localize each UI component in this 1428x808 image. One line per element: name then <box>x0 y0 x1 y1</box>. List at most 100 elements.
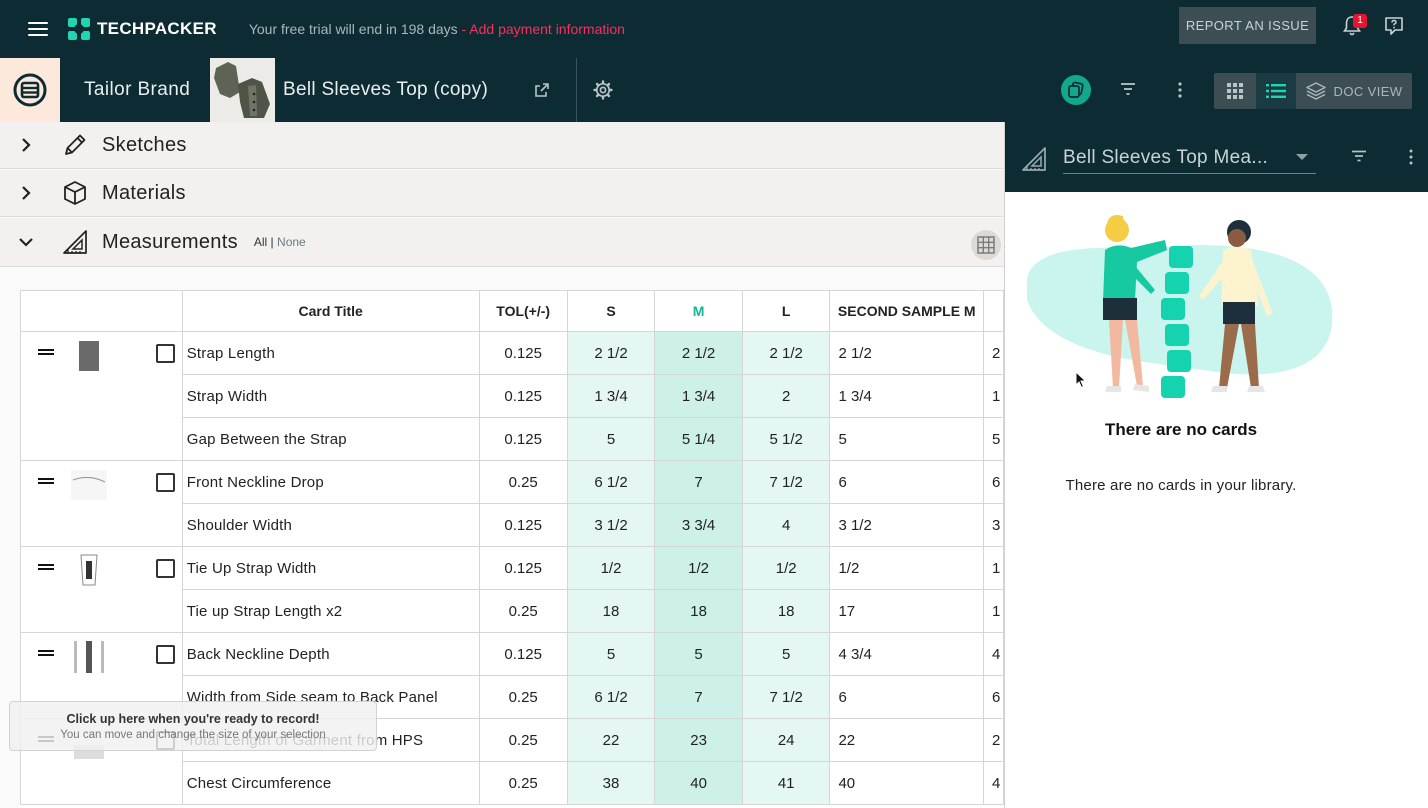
cell-overflow[interactable]: 5 <box>983 417 1004 461</box>
cell-size-s[interactable]: 3 1/2 <box>566 503 656 547</box>
brand-name[interactable]: Tailor Brand <box>84 79 190 101</box>
cell-second-sample-m[interactable]: 40 <box>829 761 985 805</box>
cell-second-sample-m[interactable]: 6 <box>829 675 985 719</box>
cell-tol[interactable]: 0.125 <box>478 503 568 547</box>
cell-size-s[interactable]: 18 <box>566 589 656 633</box>
cell-tol[interactable]: 0.25 <box>478 675 568 719</box>
cell-size-s[interactable]: 2 1/2 <box>566 331 656 375</box>
drag-handle-icon[interactable] <box>38 478 54 484</box>
section-sketches[interactable]: Sketches <box>0 122 1004 169</box>
cell-tol[interactable]: 0.125 <box>478 331 568 375</box>
brand-logo[interactable] <box>0 58 60 122</box>
cell-second-sample-m[interactable]: 1 3/4 <box>829 374 985 418</box>
cell-size-s[interactable]: 38 <box>566 761 656 805</box>
cell-card-title[interactable]: Strap Length <box>181 331 480 375</box>
cell-size-m[interactable]: 7 <box>654 460 743 504</box>
row-checkbox[interactable] <box>156 559 175 578</box>
panel-filter-icon[interactable] <box>1351 150 1367 162</box>
cell-size-l[interactable]: 24 <box>741 718 831 762</box>
cell-second-sample-m[interactable]: 5 <box>829 417 985 461</box>
cell-size-l[interactable]: 41 <box>741 761 831 805</box>
doc-view-button[interactable]: DOC VIEW <box>1296 73 1412 109</box>
panel-more-options-icon[interactable] <box>1407 148 1415 166</box>
header-size-s[interactable]: S <box>566 290 656 332</box>
cell-card-title[interactable]: Front Neckline Drop <box>181 460 480 504</box>
header-second-sample-m[interactable]: SECOND SAMPLE M <box>829 290 985 332</box>
cell-second-sample-m[interactable]: 17 <box>829 589 985 633</box>
cell-size-m[interactable]: 1 3/4 <box>654 374 743 418</box>
row-checkbox[interactable] <box>156 473 175 492</box>
table-row[interactable]: Front Neckline Drop 0.25 6 1/2 7 7 1/2 6 6 <box>20 460 1004 547</box>
cell-size-l[interactable]: 1/2 <box>741 546 831 590</box>
card-library-button[interactable] <box>1061 75 1091 105</box>
cell-card-title[interactable]: Back Neckline Depth <box>181 632 480 676</box>
cell-overflow[interactable]: 6 <box>983 460 1004 504</box>
cell-size-l[interactable]: 2 <box>741 374 831 418</box>
settings-gear-icon[interactable] <box>593 80 613 100</box>
row-checkbox[interactable] <box>156 645 175 664</box>
cell-size-l[interactable]: 2 1/2 <box>741 331 831 375</box>
report-issue-button[interactable]: REPORT AN ISSUE <box>1179 7 1316 44</box>
cell-second-sample-m[interactable]: 1/2 <box>829 546 985 590</box>
cell-overflow[interactable]: 2 <box>983 718 1004 762</box>
cell-tol[interactable]: 0.25 <box>478 761 568 805</box>
cell-size-l[interactable]: 4 <box>741 503 831 547</box>
cell-size-s[interactable]: 6 1/2 <box>566 460 656 504</box>
header-size-l[interactable]: L <box>741 290 831 332</box>
cell-tol[interactable]: 0.125 <box>478 374 568 418</box>
table-view-toggle[interactable] <box>971 230 1001 260</box>
cell-overflow[interactable]: 1 <box>983 374 1004 418</box>
cell-size-m[interactable]: 23 <box>654 718 743 762</box>
library-select[interactable]: Bell Sleeves Top Mea... <box>1063 142 1316 174</box>
cell-overflow[interactable]: 3 <box>983 503 1004 547</box>
cell-size-l[interactable]: 5 <box>741 632 831 676</box>
card-thumbnail[interactable] <box>71 639 107 675</box>
cell-tol[interactable]: 0.125 <box>478 417 568 461</box>
cell-size-s[interactable]: 5 <box>566 632 656 676</box>
card-thumbnail[interactable] <box>71 553 107 589</box>
cell-second-sample-m[interactable]: 3 1/2 <box>829 503 985 547</box>
drag-handle-icon[interactable] <box>38 650 54 656</box>
select-all-link[interactable]: All | <box>254 235 274 249</box>
cell-size-m[interactable]: 18 <box>654 589 743 633</box>
drag-handle-icon[interactable] <box>38 564 54 570</box>
cell-overflow[interactable]: 2 <box>983 331 1004 375</box>
card-thumbnail[interactable] <box>71 467 107 503</box>
cell-second-sample-m[interactable]: 4 3/4 <box>829 632 985 676</box>
cell-size-s[interactable]: 1 3/4 <box>566 374 656 418</box>
style-thumbnail[interactable] <box>210 58 275 122</box>
cell-tol[interactable]: 0.25 <box>478 718 568 762</box>
cell-overflow[interactable]: 4 <box>983 632 1004 676</box>
header-size-m[interactable]: M <box>654 290 743 332</box>
cell-second-sample-m[interactable]: 6 <box>829 460 985 504</box>
cell-overflow[interactable]: 1 <box>983 589 1004 633</box>
cell-size-l[interactable]: 5 1/2 <box>741 417 831 461</box>
header-card-title[interactable]: Card Title <box>181 290 480 332</box>
filter-icon[interactable] <box>1119 82 1137 96</box>
cell-second-sample-m[interactable]: 22 <box>829 718 985 762</box>
cell-size-s[interactable]: 22 <box>566 718 656 762</box>
help-feedback-icon[interactable] <box>1384 16 1404 36</box>
table-row[interactable]: Strap Length 0.125 2 1/2 2 1/2 2 1/2 2 1/2 2 <box>20 331 1004 461</box>
cell-size-m[interactable]: 2 1/2 <box>654 331 743 375</box>
cell-card-title[interactable]: Tie Up Strap Width <box>181 546 480 590</box>
cell-tol[interactable]: 0.25 <box>478 589 568 633</box>
card-thumbnail[interactable] <box>71 338 107 374</box>
cell-tol[interactable]: 0.25 <box>478 460 568 504</box>
cell-tol[interactable]: 0.125 <box>478 632 568 676</box>
cell-card-title[interactable]: Gap Between the Strap <box>181 417 480 461</box>
cell-size-s[interactable]: 5 <box>566 417 656 461</box>
screen-recorder-prompt[interactable]: Click up here when you're ready to recor… <box>9 701 377 751</box>
cell-size-s[interactable]: 6 1/2 <box>566 675 656 719</box>
cell-size-m[interactable]: 7 <box>654 675 743 719</box>
cell-size-m[interactable]: 3 3/4 <box>654 503 743 547</box>
cell-overflow[interactable]: 6 <box>983 675 1004 719</box>
logo[interactable]: TECHPACKER <box>68 18 217 40</box>
cell-overflow[interactable]: 1 <box>983 546 1004 590</box>
cell-size-m[interactable]: 40 <box>654 761 743 805</box>
section-measurements[interactable]: Measurements All | None <box>0 218 1004 267</box>
open-external-icon[interactable] <box>534 82 550 98</box>
cell-size-s[interactable]: 1/2 <box>566 546 656 590</box>
table-row[interactable]: Tie Up Strap Width 0.125 1/2 1/2 1/2 1/2 1 <box>20 546 1004 633</box>
select-none-link[interactable]: None <box>277 235 306 249</box>
